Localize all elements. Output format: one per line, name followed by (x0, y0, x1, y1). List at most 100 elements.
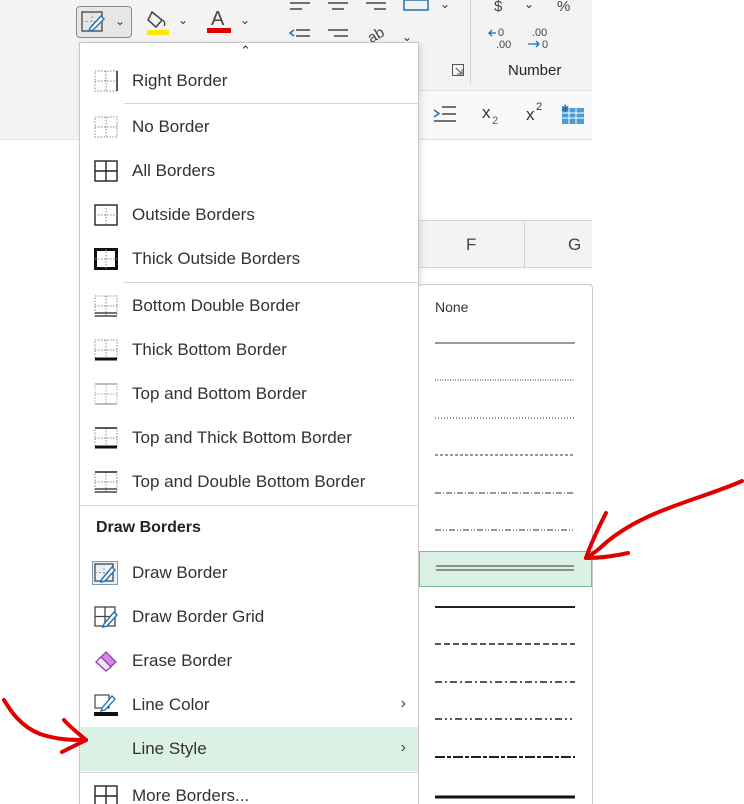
right-border-icon (94, 70, 118, 92)
line-style-submenu: None (418, 284, 593, 804)
menu-item-label: Draw Border Grid (132, 607, 265, 626)
menu-item-bottom-double-border[interactable]: Bottom Double Border (80, 284, 418, 328)
line-style-medium-dash-dot-dot[interactable] (419, 701, 592, 737)
line-style-dash-dot-dot[interactable] (419, 512, 592, 548)
menu-item-top-and-thick-bottom-border[interactable]: Top and Thick Bottom Border (80, 416, 418, 460)
subscript-icon[interactable]: x 2 (480, 102, 504, 128)
line-style-dash-dot-dot-thin[interactable] (419, 400, 592, 436)
menu-item-line-color[interactable]: Line Color › (80, 683, 418, 727)
paint-bucket-icon (147, 10, 169, 35)
svg-text:ab: ab (366, 24, 388, 44)
svg-text:0: 0 (542, 39, 548, 51)
menu-item-label: Outside Borders (132, 205, 255, 224)
annotation-arrow-line-style (2, 698, 88, 754)
menu-item-more-borders[interactable]: More Borders... (80, 774, 418, 804)
align-center-icon[interactable] (326, 0, 352, 14)
thick-bottom-border-icon (94, 339, 118, 361)
indent-icon[interactable] (432, 104, 458, 124)
line-style-double[interactable] (419, 551, 592, 587)
superscript-icon[interactable]: x 2 (524, 100, 548, 126)
top-bottom-border-icon (94, 383, 118, 405)
menu-item-label: Top and Thick Bottom Border (132, 428, 352, 447)
align-right-icon[interactable] (364, 0, 390, 14)
font-color-button[interactable]: A ⌄ (204, 6, 256, 38)
increase-decimal-icon[interactable]: 0 .00 (488, 26, 516, 52)
line-style-none[interactable]: None (435, 299, 468, 315)
line-style-dashed-thin[interactable] (419, 437, 592, 473)
no-border-icon (94, 116, 118, 138)
menu-item-label: More Borders... (132, 786, 250, 804)
menu-item-label: Thick Outside Borders (132, 249, 301, 268)
menu-item-label: Top and Bottom Border (132, 384, 307, 403)
svg-text:A: A (211, 8, 225, 30)
menu-item-all-borders[interactable]: All Borders (80, 149, 418, 193)
column-header-f[interactable]: F (466, 235, 476, 255)
svg-text:%: % (557, 0, 570, 15)
draw-borders-heading: Draw Borders (96, 519, 201, 536)
borders-dropdown-button[interactable]: ⌄ (76, 6, 132, 38)
chevron-down-icon[interactable]: ⌄ (524, 0, 534, 11)
line-style-swatch (435, 718, 575, 720)
menu-separator (124, 282, 418, 283)
menu-item-thick-outside-borders[interactable]: Thick Outside Borders (80, 237, 418, 281)
menu-item-no-border[interactable]: No Border (80, 105, 418, 149)
menu-item-draw-border-grid[interactable]: Draw Border Grid (80, 595, 418, 639)
fill-color-button[interactable]: ⌄ (142, 6, 194, 38)
menu-item-label: Top and Double Bottom Border (132, 472, 366, 491)
line-style-dotted[interactable] (419, 362, 592, 398)
menu-item-line-style[interactable]: Line Style › (80, 727, 418, 771)
thick-outside-borders-icon (94, 248, 118, 270)
borders-menu: ⌃ Right Border No Border All Borders Out… (79, 42, 419, 804)
orientation-icon[interactable]: ab (366, 24, 396, 44)
outside-borders-icon (94, 204, 118, 226)
align-left-icon[interactable] (288, 0, 314, 14)
line-style-hair[interactable] (419, 325, 592, 361)
svg-text:2: 2 (492, 115, 498, 127)
decrease-decimal-icon[interactable]: .00 0 (526, 26, 554, 52)
line-style-thick[interactable] (419, 777, 592, 804)
chevron-down-icon: ⌄ (115, 14, 126, 28)
line-style-medium-dashed[interactable] (419, 626, 592, 662)
line-style-medium[interactable] (419, 589, 592, 625)
menu-item-label: Erase Border (132, 651, 233, 670)
highlight-color-swatch (147, 30, 169, 35)
column-header-g[interactable]: G (568, 235, 581, 255)
menu-item-right-border[interactable]: Right Border (80, 59, 418, 103)
table-settings-icon[interactable]: ✱ (560, 102, 586, 126)
svg-text:✱: ✱ (561, 104, 569, 115)
percent-style-icon[interactable]: % (556, 0, 578, 16)
line-style-swatch (435, 342, 575, 344)
wrap-text-icon[interactable] (402, 0, 432, 14)
menu-item-top-and-bottom-border[interactable]: Top and Bottom Border (80, 372, 418, 416)
number-group-label: Number (508, 62, 562, 79)
menu-item-label: Line Style (132, 739, 207, 758)
menu-item-thick-bottom-border[interactable]: Thick Bottom Border (80, 328, 418, 372)
svg-text:.00: .00 (532, 27, 547, 39)
menu-item-draw-border[interactable]: Draw Border (80, 551, 418, 595)
ribbon-group-divider (470, 0, 471, 84)
menu-item-label: Line Color (132, 695, 210, 714)
menu-item-top-and-double-bottom-border[interactable]: Top and Double Bottom Border (80, 460, 418, 504)
draw-border-icon (92, 561, 118, 585)
line-style-swatch (435, 454, 575, 456)
menu-item-label: Thick Bottom Border (132, 340, 287, 359)
line-style-slanted-dash-dot[interactable] (419, 739, 592, 775)
line-style-dash-dot-thin[interactable] (419, 475, 592, 511)
column-headers: F G (418, 220, 592, 269)
draw-border-grid-icon (94, 606, 118, 628)
chevron-down-icon[interactable]: ⌄ (440, 0, 450, 11)
dialog-launcher-icon[interactable] (452, 64, 464, 76)
svg-text:x: x (482, 103, 491, 122)
line-style-swatch (435, 643, 575, 645)
line-color-icon (94, 694, 118, 716)
menu-item-label: Right Border (132, 71, 228, 90)
accounting-format-icon[interactable]: $ (492, 0, 512, 16)
top-thick-bottom-border-icon (94, 427, 118, 449)
menu-separator (80, 505, 418, 506)
scroll-up-arrow-icon[interactable]: ⌃ (240, 43, 251, 59)
menu-item-label: Draw Border (132, 563, 228, 582)
annotation-arrow-double-line (584, 479, 744, 560)
menu-item-outside-borders[interactable]: Outside Borders (80, 193, 418, 237)
menu-item-erase-border[interactable]: Erase Border (80, 639, 418, 683)
line-style-medium-dash-dot[interactable] (419, 664, 592, 700)
